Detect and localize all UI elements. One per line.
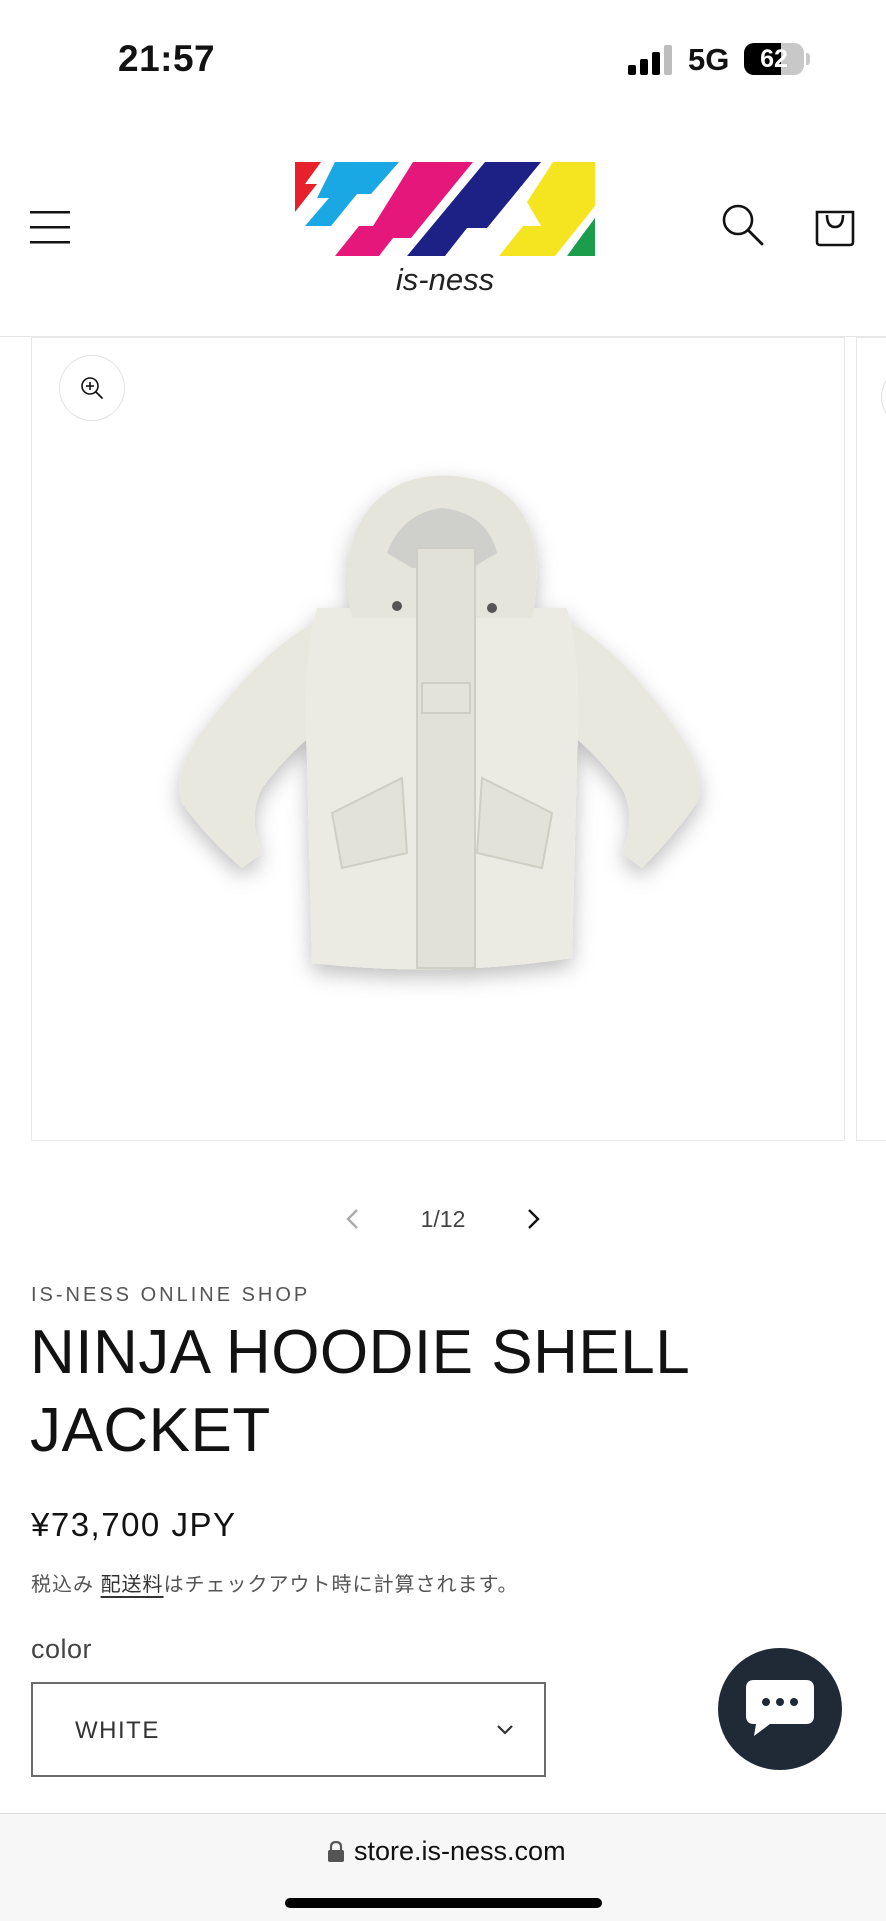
- product-title: NINJA HOODIE SHELL JACKET: [30, 1318, 688, 1465]
- slider-controls: 1/12: [0, 1192, 886, 1246]
- lock-icon: [328, 1841, 344, 1862]
- product-gallery: [0, 337, 886, 1143]
- browser-address-bar: store.is-ness.com: [0, 1813, 886, 1921]
- zoom-button-peek: [881, 366, 886, 428]
- battery-nub: [806, 53, 810, 65]
- brand-name: is-ness: [395, 262, 495, 297]
- brand-logo[interactable]: [295, 162, 595, 256]
- color-select-value: WHITE: [75, 1717, 160, 1744]
- chat-bubble-icon: [746, 1680, 814, 1736]
- slide-counter: 1/12: [420, 1206, 466, 1232]
- previous-slide-button[interactable]: [336, 1202, 370, 1236]
- tax-included-text: 税込み: [31, 1574, 94, 1596]
- tax-note-suffix: はチェックアウト時に計算されます。: [163, 1574, 519, 1596]
- product-price: ¥73,700 JPY: [31, 1506, 237, 1543]
- chevron-left-icon: [346, 1209, 358, 1229]
- menu-button[interactable]: [28, 206, 74, 250]
- search-button[interactable]: [720, 202, 766, 248]
- cart-button[interactable]: [812, 202, 858, 248]
- product-image-jacket: [179, 475, 700, 970]
- color-label: color: [31, 1634, 93, 1664]
- zoom-in-icon: [81, 377, 103, 399]
- status-time: 21:57: [118, 38, 216, 79]
- site-header: is-ness: [0, 120, 886, 337]
- logo-stripe-1: [295, 162, 321, 212]
- network-type: 5G: [688, 42, 730, 77]
- tax-note: 税込み 配送料はチェックアウト時に計算されます。: [31, 1568, 519, 1597]
- next-slide-peek[interactable]: [856, 337, 886, 1141]
- product-media-slide[interactable]: [31, 337, 845, 1141]
- shopping-bag-icon: [815, 210, 855, 247]
- battery-level: 62: [760, 45, 788, 73]
- chat-button[interactable]: [718, 1648, 842, 1770]
- status-bar: 21:57 5G 62: [0, 0, 886, 120]
- shipping-link[interactable]: 配送料: [101, 1574, 164, 1596]
- vendor-name: IS-NESS ONLINE SHOP: [31, 1284, 311, 1306]
- chevron-down-icon: [497, 1725, 513, 1735]
- url-text[interactable]: store.is-ness.com: [354, 1836, 566, 1867]
- color-select[interactable]: WHITE: [31, 1682, 546, 1777]
- next-slide-button[interactable]: [516, 1202, 550, 1236]
- search-icon: [722, 204, 764, 246]
- cellular-signal-icon: [628, 45, 672, 75]
- zoom-button[interactable]: [59, 355, 125, 421]
- hamburger-menu-icon: [30, 211, 70, 244]
- chevron-right-icon: [528, 1209, 540, 1229]
- home-indicator: [285, 1898, 602, 1908]
- battery-icon: 62: [744, 43, 804, 75]
